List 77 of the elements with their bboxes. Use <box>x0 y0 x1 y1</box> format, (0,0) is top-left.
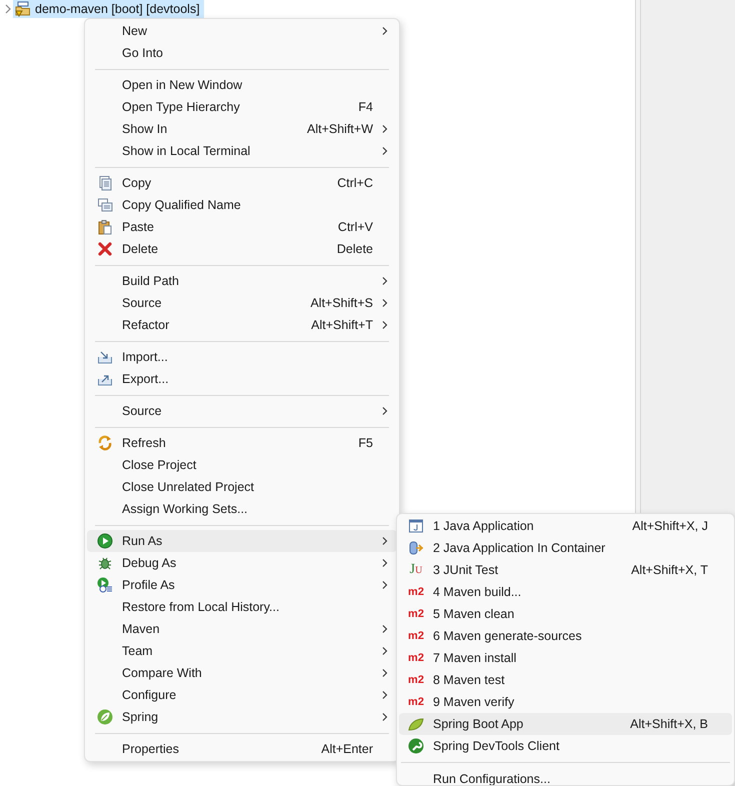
menu-item[interactable]: Open in New Window <box>87 74 397 96</box>
menu-item[interactable]: m2 6 Maven generate-sources <box>399 625 732 647</box>
menu-item[interactable]: Spring <box>87 706 397 728</box>
menu-item[interactable]: Close Project <box>87 454 397 476</box>
menu-item[interactable]: Configure <box>87 684 397 706</box>
delete-icon <box>96 241 112 257</box>
menu-item[interactable]: Refactor Alt+Shift+T <box>87 314 397 336</box>
copy-icon <box>96 197 112 213</box>
menu-item[interactable]: Go Into <box>87 42 397 64</box>
tree-item[interactable]: demo-maven [boot] [devtools] <box>13 0 204 18</box>
menu-item[interactable]: Export... <box>87 368 397 390</box>
shortcut-label: Alt+Shift+X, B <box>630 716 708 733</box>
menu-item[interactable]: Debug As <box>87 552 397 574</box>
menu-item[interactable]: Copy Ctrl+C <box>87 172 397 194</box>
shortcut-label: Alt+Shift+W <box>307 120 373 138</box>
badge-icon: m2 <box>408 674 424 686</box>
menu-item[interactable]: Show in Local Terminal <box>87 140 397 162</box>
menu-item[interactable]: Restore from Local History... <box>87 596 397 618</box>
menu-item[interactable]: Delete Delete <box>87 238 397 260</box>
menu-item[interactable]: Open Type Hierarchy F4 <box>87 96 397 118</box>
menu-item[interactable]: JU 3 JUnit Test Alt+Shift+X, T <box>399 559 732 581</box>
badge-icon: m2 <box>408 696 424 708</box>
menu-item[interactable]: Spring DevTools Client <box>399 735 732 757</box>
menu-item[interactable]: Refresh F5 <box>87 432 397 454</box>
play-icon <box>96 533 112 549</box>
chevron-right-icon[interactable] <box>3 4 13 14</box>
menu-item[interactable]: 2 Java Application In Container <box>399 537 732 559</box>
menu-item[interactable]: m2 4 Maven build... <box>399 581 732 603</box>
badge-icon: m2 <box>408 586 424 598</box>
shortcut-label: F4 <box>358 98 373 116</box>
clipboard-icon <box>96 219 112 235</box>
menu-item[interactable]: m2 7 Maven install <box>399 647 732 669</box>
profile-icon <box>96 577 112 593</box>
menu-item[interactable]: Team <box>87 640 397 662</box>
menu-item[interactable]: Copy Qualified Name <box>87 194 397 216</box>
menu-item[interactable]: m2 8 Maven test <box>399 669 732 691</box>
menu-item[interactable]: Assign Working Sets... <box>87 498 397 520</box>
menu-item[interactable]: New <box>87 20 397 42</box>
wrench-icon <box>408 738 424 754</box>
shortcut-label: Alt+Shift+S <box>310 294 373 312</box>
menu-item[interactable]: Run Configurations... <box>399 768 732 785</box>
shortcut-label: F5 <box>358 434 373 452</box>
menu-item[interactable]: Paste Ctrl+V <box>87 216 397 238</box>
shortcut-label: Alt+Shift+T <box>311 316 373 334</box>
leaf-icon <box>96 709 112 725</box>
menu-item[interactable]: Profile As <box>87 574 397 596</box>
menu-item[interactable]: Build Path <box>87 270 397 292</box>
menu-item[interactable]: Import... <box>87 346 397 368</box>
menu-item[interactable]: Source <box>87 400 397 422</box>
menu-item[interactable]: Run As <box>87 530 397 552</box>
badge-icon: m2 <box>408 630 424 642</box>
import-icon <box>96 349 112 365</box>
menu-item[interactable]: Spring Boot App Alt+Shift+X, B <box>399 713 732 735</box>
leaf-icon <box>408 716 424 732</box>
menu-item[interactable]: Compare With <box>87 662 397 684</box>
copy-icon <box>96 175 112 191</box>
menu-item[interactable]: m2 5 Maven clean <box>399 603 732 625</box>
shortcut-label: Alt+Enter <box>321 740 373 758</box>
menu-item[interactable]: 1 Java Application Alt+Shift+X, J <box>399 515 732 537</box>
bug-icon <box>96 555 112 571</box>
shortcut-label: Ctrl+V <box>338 218 373 236</box>
container-icon <box>408 540 424 556</box>
menu-item[interactable]: Close Unrelated Project <box>87 476 397 498</box>
menu-item[interactable]: Show In Alt+Shift+W <box>87 118 397 140</box>
badge-icon: m2 <box>408 608 424 620</box>
badge-icon: m2 <box>408 652 424 664</box>
menu-item[interactable]: Properties Alt+Enter <box>87 738 397 760</box>
shortcut-label: Ctrl+C <box>337 174 373 192</box>
shortcut-label: Delete <box>336 240 373 258</box>
window-icon <box>408 518 424 534</box>
menu-item[interactable]: Source Alt+Shift+S <box>87 292 397 314</box>
menu-item[interactable]: Maven <box>87 618 397 640</box>
menu-item[interactable]: m2 9 Maven verify <box>399 691 732 713</box>
shortcut-label: Alt+Shift+X, T <box>631 562 708 579</box>
shortcut-label: Alt+Shift+X, J <box>632 518 708 535</box>
badge-icon: JU <box>410 563 422 577</box>
refresh-icon <box>96 435 112 451</box>
